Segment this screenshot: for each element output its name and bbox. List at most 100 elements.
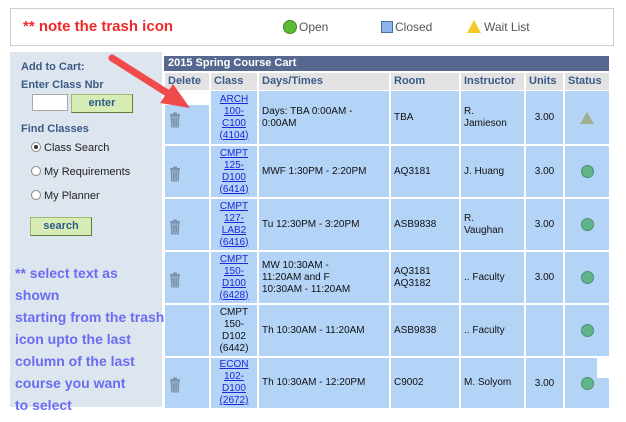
class-line[interactable]: (2672) [211, 395, 257, 407]
trash-icon[interactable] [169, 272, 181, 288]
class-line[interactable]: CMPT [211, 201, 257, 213]
header-delete: Delete [165, 73, 209, 90]
days-times-cell-text: Th 10:30AM - 11:20AM [262, 325, 365, 337]
instructor-line: J. Huang [464, 165, 505, 177]
find-classes-heading: Find Classes [21, 123, 89, 135]
class-line[interactable]: 125- [211, 160, 257, 172]
cart-title: 2015 Spring Course Cart [164, 56, 609, 71]
instructor-line: Jamieson [464, 117, 507, 129]
units-cell: 3.00 [526, 199, 563, 250]
instructor-line: Vaughan [464, 224, 504, 236]
instructor-cell: R. Jamieson [461, 91, 524, 144]
radio-my-planner[interactable]: My Planner [31, 190, 100, 202]
radio-icon[interactable] [31, 190, 41, 200]
open-status-icon [580, 218, 594, 231]
trash-icon[interactable] [169, 166, 181, 182]
times-line: MWF 1:30PM - 2:20PM [262, 165, 367, 177]
unselected-gap [165, 91, 209, 105]
instructor-line: R. [464, 212, 474, 224]
class-link[interactable]: ARCH 100- C100 (4104) [211, 94, 257, 142]
times-line: Th 10:30AM - 11:20AM [262, 324, 365, 336]
class-link[interactable]: CMPT 150- D100 (6428) [211, 254, 257, 302]
class-line[interactable]: (6416) [211, 237, 257, 249]
instructor-cell-text: R. Vaughan [464, 213, 503, 237]
room-cell-text: ASB9838 [394, 219, 436, 231]
class-link[interactable]: CMPT 125- D100 (6414) [211, 148, 257, 196]
room-cell-text: AQ3181 AQ3182 [394, 266, 431, 290]
units-cell: 3.00 [526, 252, 563, 303]
class-cell: ARCH 100- C100 (4104) [211, 91, 257, 144]
status-cell [565, 91, 609, 144]
class-line[interactable]: LAB2 [211, 225, 257, 237]
class-line[interactable]: (6414) [211, 184, 257, 196]
class-line[interactable]: 100- [211, 106, 257, 118]
class-line[interactable]: C100 [211, 118, 257, 130]
waitlist-status-icon [580, 111, 594, 124]
class-line[interactable]: D100 [211, 383, 257, 395]
times-line: MW 10:30AM - [262, 259, 329, 271]
room-cell: AQ3181 [391, 146, 459, 197]
header-units: Units [526, 73, 563, 90]
times-line: Tu 12:30PM - 3:20PM [262, 218, 360, 230]
radio-icon[interactable] [31, 142, 41, 152]
trash-icon[interactable] [169, 377, 181, 393]
class-line[interactable]: CMPT [211, 254, 257, 266]
instructor-cell: .. Faculty [461, 305, 524, 356]
enter-button[interactable]: enter [71, 94, 133, 113]
units-value: 3.00 [534, 377, 555, 389]
room-cell: AQ3181 AQ3182 [391, 252, 459, 303]
radio-class-search[interactable]: Class Search [31, 142, 109, 154]
class-line[interactable]: (4104) [211, 130, 257, 142]
room-line: AQ3181 [394, 265, 431, 277]
search-button[interactable]: search [30, 217, 92, 236]
room-cell-text: C9002 [394, 377, 423, 389]
status-cell [565, 358, 609, 408]
delete-cell [165, 358, 209, 408]
radio-my-requirements[interactable]: My Requirements [31, 166, 130, 178]
class-line[interactable]: 102- [211, 371, 257, 383]
room-line: AQ3181 [394, 165, 431, 177]
class-line[interactable]: D100 [211, 172, 257, 184]
open-status-icon [580, 324, 594, 337]
instructions-text: ** select text as shown starting from th… [15, 265, 165, 413]
open-status-icon [580, 165, 594, 178]
status-cell [565, 252, 609, 303]
note-text: ** note the trash icon [23, 18, 174, 35]
room-cell-text: ASB9838 [394, 325, 436, 337]
instructor-cell-text: M. Solyom [464, 377, 511, 389]
days-times-cell-text: MW 10:30AM -11:20AM and F 10:30AM - 11:20… [262, 260, 350, 296]
class-line[interactable]: (6428) [211, 290, 257, 302]
units-cell: 3.00 [526, 358, 563, 408]
trash-icon[interactable] [169, 112, 181, 128]
trash-icon[interactable] [169, 219, 181, 235]
room-cell-text: AQ3181 [394, 166, 431, 178]
units-value: 3.00 [534, 219, 555, 230]
room-cell: C9002 [391, 358, 459, 408]
class-link[interactable]: CMPT 127- LAB2 (6416) [211, 201, 257, 249]
header-instructor: Instructor [461, 73, 524, 90]
days-times-cell: Th 10:30AM - 12:20PM [259, 358, 389, 408]
closed-square-icon [381, 21, 393, 33]
days-times-cell: Tu 12:30PM - 3:20PM [259, 199, 389, 250]
room-cell-text: TBA [394, 112, 413, 124]
legend-closed: Closed [381, 20, 432, 34]
class-cell: CMPT 150- D100 (6428) [211, 252, 257, 303]
class-cell: CMPT 125- D100 (6414) [211, 146, 257, 197]
open-circle-icon [283, 20, 297, 34]
delete-cell [165, 199, 209, 250]
radio-icon[interactable] [31, 166, 41, 176]
class-line[interactable]: CMPT [211, 148, 257, 160]
instructor-line: R. [464, 105, 474, 117]
class-nbr-input[interactable] [32, 94, 68, 111]
class-line[interactable]: 127- [211, 213, 257, 225]
delete-cell [165, 252, 209, 303]
class-line[interactable]: ARCH [211, 94, 257, 106]
class-line[interactable]: D100 [211, 278, 257, 290]
class-line[interactable]: 150- [211, 266, 257, 278]
class-line[interactable]: ECON [211, 359, 257, 371]
times-line: Th 10:30AM - 12:20PM [262, 377, 366, 388]
instructor-line: .. Faculty [464, 271, 505, 283]
course-cart: 2015 Spring Course Cart Delete Class Day… [164, 56, 609, 408]
class-link[interactable]: ECON 102- D100 (2672) [211, 359, 257, 407]
instructor-cell-text: R. Jamieson [464, 106, 507, 130]
